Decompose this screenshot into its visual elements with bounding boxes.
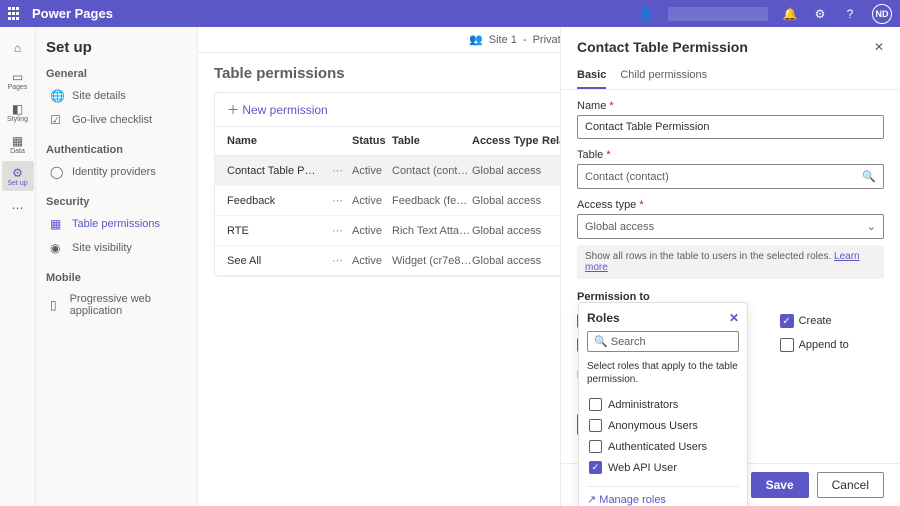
access-hint: Show all rows in the table to users in t… bbox=[577, 245, 884, 279]
name-field[interactable]: Contact Table Permission bbox=[577, 115, 884, 139]
name-field-label: Name * bbox=[577, 100, 884, 112]
checklist-icon: ☑ bbox=[50, 113, 64, 127]
permission-checkbox[interactable]: ✓Create bbox=[780, 311, 881, 331]
sidebar-head-general: General bbox=[46, 68, 187, 80]
globe-icon: 🌐 bbox=[50, 89, 64, 103]
sidebar-title: Set up bbox=[46, 39, 187, 56]
checkbox-icon[interactable] bbox=[589, 398, 602, 411]
tenant-placeholder bbox=[668, 7, 768, 21]
sidebar: Set up General 🌐Site details ☑Go-live ch… bbox=[36, 27, 198, 506]
col-table[interactable]: Table bbox=[392, 135, 472, 147]
sidebar-item-site-details[interactable]: 🌐Site details bbox=[46, 84, 187, 108]
top-bar: Power Pages 👤 🔔 ⚙ ? ND bbox=[0, 0, 900, 27]
rail-home[interactable]: ⌂ bbox=[2, 33, 34, 63]
access-field-label: Access type * bbox=[577, 199, 884, 211]
sidebar-head-mobile: Mobile bbox=[46, 272, 187, 284]
table-field-label: Table * bbox=[577, 149, 884, 161]
row-more-icon[interactable]: ⋯ bbox=[332, 194, 352, 207]
panel-tabs: Basic Child permissions bbox=[561, 63, 900, 90]
table-icon: ▦ bbox=[50, 217, 64, 231]
pages-icon: ▭ bbox=[12, 70, 23, 84]
sidebar-head-auth: Authentication bbox=[46, 144, 187, 156]
checkbox-icon[interactable] bbox=[780, 338, 794, 352]
rail-data[interactable]: ▦Data bbox=[2, 129, 34, 159]
notifications-icon[interactable]: 🔔 bbox=[782, 6, 798, 22]
help-icon[interactable]: ? bbox=[842, 6, 858, 22]
role-option[interactable]: Authenticated Users bbox=[587, 436, 739, 457]
sidebar-item-table-permissions[interactable]: ▦Table permissions bbox=[46, 212, 187, 236]
mobile-icon: ▯ bbox=[50, 298, 62, 312]
manage-roles-link[interactable]: ↗ Manage roles bbox=[587, 486, 739, 506]
styling-icon: ◧ bbox=[12, 102, 23, 116]
cancel-button[interactable]: Cancel bbox=[817, 472, 884, 498]
col-status[interactable]: Status bbox=[352, 135, 392, 147]
more-icon: ⋯ bbox=[12, 201, 24, 215]
tab-basic[interactable]: Basic bbox=[577, 63, 606, 89]
identity-icon: ◯ bbox=[50, 165, 64, 179]
panel-title: Contact Table Permission bbox=[577, 39, 748, 55]
person-badge-icon[interactable]: 👤 bbox=[638, 6, 654, 22]
sidebar-item-identity[interactable]: ◯Identity providers bbox=[46, 160, 187, 184]
rail-more[interactable]: ⋯ bbox=[2, 193, 34, 223]
row-more-icon[interactable]: ⋯ bbox=[332, 224, 352, 237]
table-field[interactable]: Contact (contact)🔍 bbox=[577, 164, 884, 189]
site-icon: 👥 bbox=[469, 33, 483, 46]
search-icon: 🔍 bbox=[862, 170, 876, 183]
waffle-icon[interactable] bbox=[8, 7, 22, 21]
crumb-site[interactable]: Site 1 bbox=[489, 34, 517, 46]
sidebar-item-go-live[interactable]: ☑Go-live checklist bbox=[46, 108, 187, 132]
checkbox-icon[interactable] bbox=[589, 419, 602, 432]
settings-icon[interactable]: ⚙ bbox=[812, 6, 828, 22]
checkbox-icon[interactable]: ✓ bbox=[589, 461, 602, 474]
role-option[interactable]: Administrators bbox=[587, 394, 739, 415]
close-icon[interactable]: ✕ bbox=[729, 311, 739, 325]
access-type-select[interactable]: Global access⌄ bbox=[577, 214, 884, 239]
role-option[interactable]: ✓Web API User bbox=[587, 457, 739, 478]
save-button[interactable]: Save bbox=[751, 472, 809, 498]
col-name[interactable]: Name bbox=[227, 135, 332, 147]
sidebar-item-site-visibility[interactable]: ◉Site visibility bbox=[46, 236, 187, 260]
roles-info: Select roles that apply to the table per… bbox=[587, 360, 739, 386]
roles-popover-title: Roles bbox=[587, 311, 620, 325]
left-rail: ⌂ ▭Pages ◧Styling ▦Data ⚙Set up ⋯ bbox=[0, 27, 36, 506]
rail-pages[interactable]: ▭Pages bbox=[2, 65, 34, 95]
col-access[interactable]: Access Type bbox=[472, 135, 542, 147]
chevron-down-icon: ⌄ bbox=[867, 220, 876, 233]
sidebar-item-pwa[interactable]: ▯Progressive web application bbox=[46, 288, 187, 322]
top-right: 👤 🔔 ⚙ ? ND bbox=[638, 4, 892, 24]
checkbox-icon[interactable] bbox=[589, 440, 602, 453]
sidebar-head-security: Security bbox=[46, 196, 187, 208]
row-more-icon[interactable]: ⋯ bbox=[332, 164, 352, 177]
roles-search-input[interactable]: 🔍 Search bbox=[587, 331, 739, 352]
content: 👥 Site 1 - Private - Saved ⌄ Table permi… bbox=[198, 27, 900, 506]
rail-setup[interactable]: ⚙Set up bbox=[2, 161, 34, 191]
search-icon: 🔍 bbox=[594, 335, 608, 348]
close-panel-icon[interactable]: ✕ bbox=[874, 40, 884, 54]
role-option[interactable]: Anonymous Users bbox=[587, 415, 739, 436]
avatar[interactable]: ND bbox=[872, 4, 892, 24]
row-more-icon[interactable]: ⋯ bbox=[332, 254, 352, 267]
app-title: Power Pages bbox=[32, 6, 113, 21]
permission-checkbox[interactable]: Append to bbox=[780, 335, 881, 355]
home-icon: ⌂ bbox=[14, 41, 21, 55]
data-icon: ▦ bbox=[12, 134, 23, 148]
rail-styling[interactable]: ◧Styling bbox=[2, 97, 34, 127]
visibility-icon: ◉ bbox=[50, 241, 64, 255]
roles-popover: Roles ✕ 🔍 Search Select roles that apply… bbox=[578, 302, 748, 506]
checkbox-icon[interactable]: ✓ bbox=[780, 314, 794, 328]
setup-icon: ⚙ bbox=[12, 166, 23, 180]
tab-child[interactable]: Child permissions bbox=[620, 63, 707, 89]
